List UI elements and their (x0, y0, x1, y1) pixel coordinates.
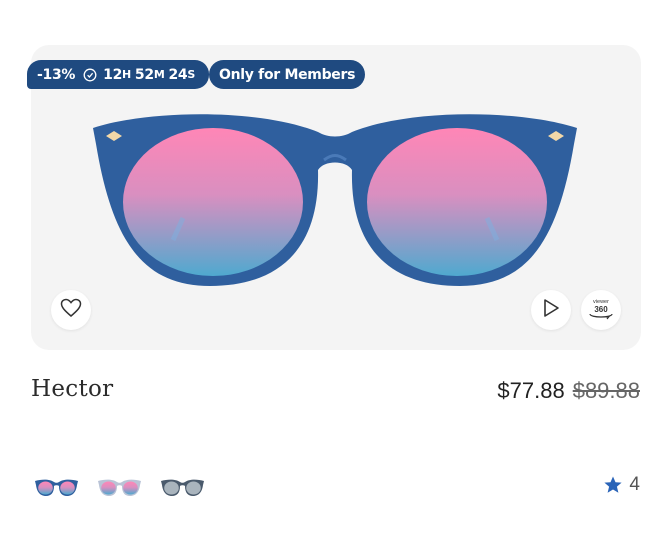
color-swatch-dark-grey[interactable] (160, 474, 205, 500)
countdown-minutes: 52 (134, 66, 154, 83)
view-360-number: 360 (594, 305, 608, 314)
price-block: $77.88 $89.88 (497, 378, 640, 404)
star-icon (604, 476, 623, 493)
color-swatches (34, 474, 205, 500)
clock-icon (83, 68, 97, 82)
countdown-seconds: 24 (168, 66, 188, 83)
discount-countdown-badge: -13% 12 H 52 M 24 S (27, 60, 209, 89)
discount-text: -13% (37, 66, 76, 83)
color-swatch-blue-pink[interactable] (34, 474, 79, 500)
members-only-badge: Only for Members (209, 60, 366, 89)
color-swatch-clear-pink[interactable] (97, 474, 142, 500)
product-name[interactable]: Hector (31, 376, 113, 402)
product-image (93, 114, 577, 286)
view-360-icon: viewer 360 (589, 299, 613, 320)
countdown-hours: 12 (103, 66, 123, 83)
product-rating: 4 (603, 474, 640, 496)
countdown-hours-unit: H (122, 68, 131, 81)
play-video-button[interactable] (531, 290, 571, 330)
original-price: $89.88 (572, 378, 640, 403)
add-to-favorites-button[interactable] (51, 290, 91, 330)
view-360-button[interactable]: viewer 360 (581, 290, 621, 330)
countdown-minutes-unit: M (153, 68, 165, 81)
current-price: $77.88 (497, 378, 565, 403)
play-icon (542, 298, 560, 322)
heart-icon (60, 298, 82, 322)
rating-value: 4 (629, 474, 640, 495)
countdown-seconds-unit: S (187, 68, 195, 81)
